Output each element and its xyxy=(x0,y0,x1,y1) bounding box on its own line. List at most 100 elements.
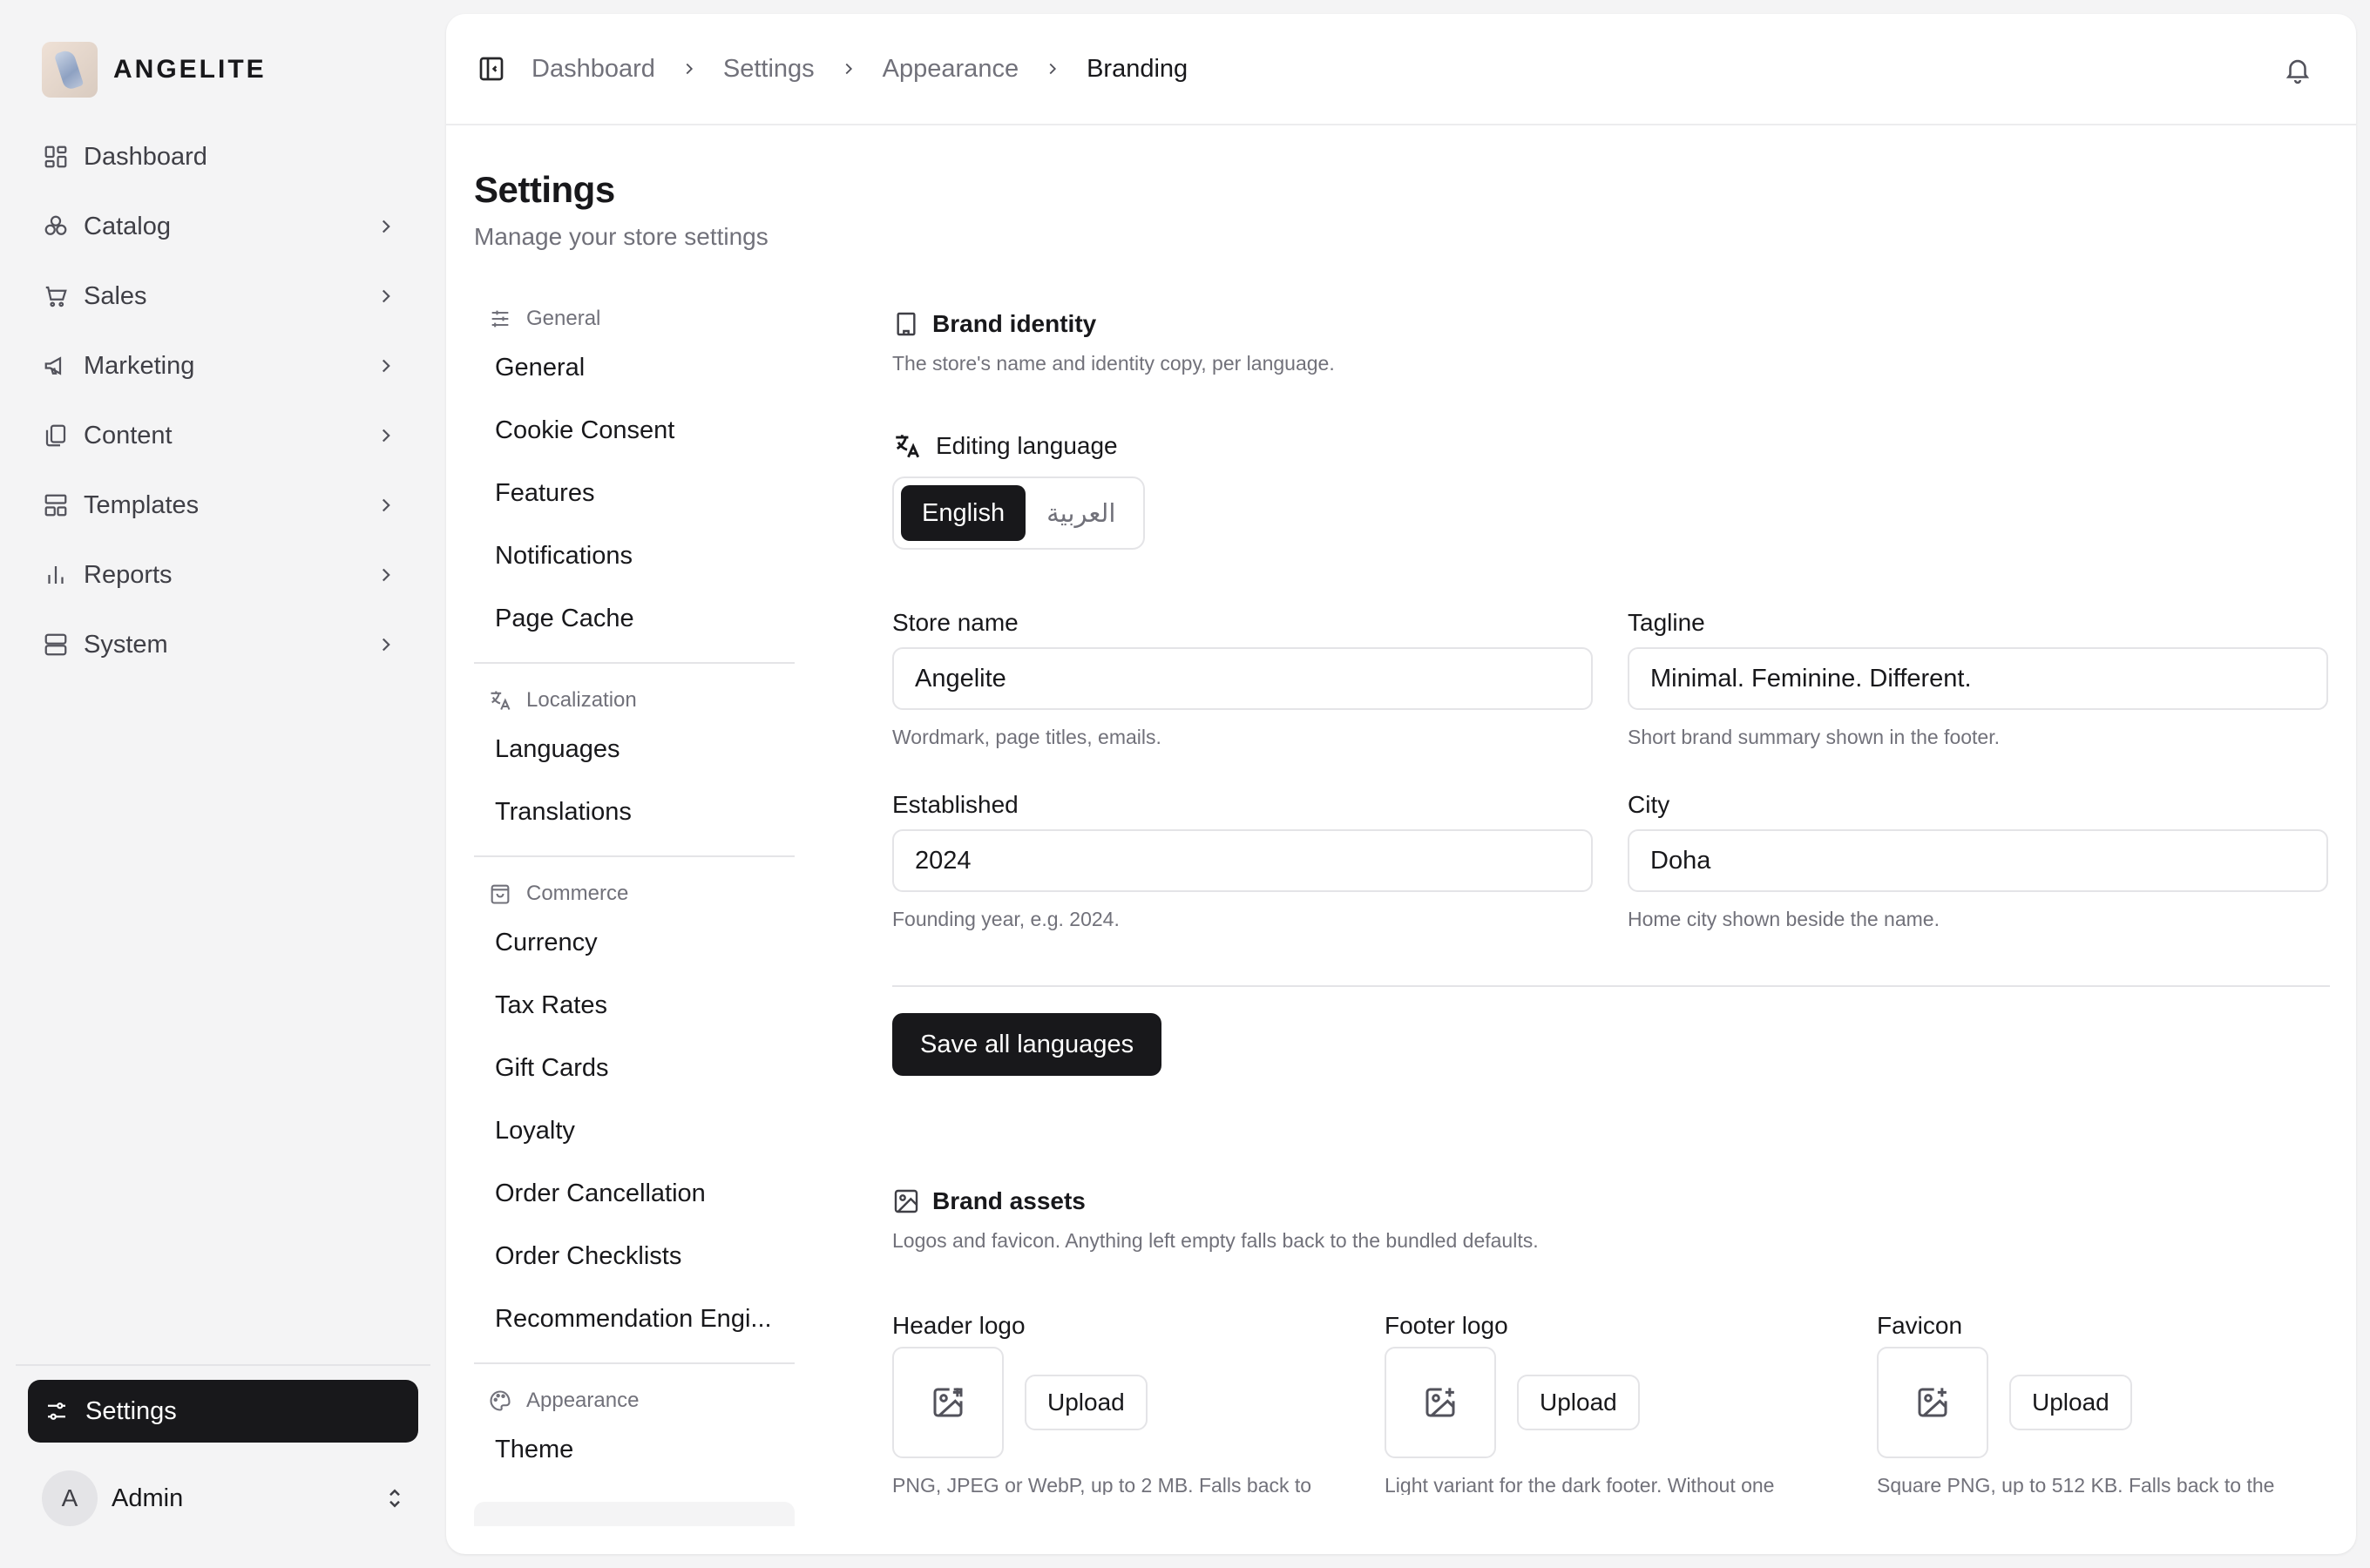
breadcrumb-settings[interactable]: Settings xyxy=(723,55,815,84)
brand-assets-description: Logos and favicon. Anything left empty f… xyxy=(892,1229,1539,1252)
subnav-item-order-cancellation[interactable]: Order Cancellation xyxy=(474,1162,795,1225)
subnav-item-gift-cards[interactable]: Gift Cards xyxy=(474,1037,795,1099)
subnav-item-tax-rates[interactable]: Tax Rates xyxy=(474,974,795,1037)
favicon-preview xyxy=(1877,1347,1988,1458)
brand-name: ANGELITE xyxy=(113,55,267,84)
sidebar-item-label: Content xyxy=(84,421,173,449)
page-subtitle: Manage your store settings xyxy=(474,223,769,250)
chevron-right-icon xyxy=(686,63,693,75)
server-icon xyxy=(42,631,70,659)
established-field-group: Established Founding year, e.g. 2024. xyxy=(892,791,1593,931)
translate-icon xyxy=(896,435,920,458)
chevron-right-icon xyxy=(845,63,852,75)
subnav-item-recommendation-engine[interactable]: Recommendation Engi... xyxy=(474,1288,795,1350)
sidebar-item-sales[interactable]: Sales xyxy=(28,261,411,331)
catalog-icon xyxy=(42,213,70,240)
templates-icon xyxy=(42,491,70,519)
store-name-field-group: Store name Wordmark, page titles, emails… xyxy=(892,609,1593,749)
chevron-right-icon xyxy=(382,568,390,582)
bell-icon[interactable] xyxy=(2283,55,2312,84)
subnav-item-features[interactable]: Features xyxy=(474,462,795,524)
avatar: A xyxy=(42,1470,98,1526)
sidebar-item-dashboard[interactable]: Dashboard xyxy=(28,122,411,192)
store-name-label: Store name xyxy=(892,609,1019,636)
tagline-input[interactable] xyxy=(1628,647,2328,710)
sidebar-toggle-icon[interactable] xyxy=(477,55,505,83)
image-plus-icon xyxy=(1425,1388,1455,1417)
sidebar-item-label: Reports xyxy=(84,560,173,589)
header-logo-preview xyxy=(892,1347,1004,1458)
favicon-asset: Favicon Upload Square PNG, up to 512 KB.… xyxy=(1877,1312,2334,1495)
asset-label: Favicon xyxy=(1877,1312,1963,1339)
sidebar-divider xyxy=(16,1364,430,1366)
sidebar-item-settings[interactable]: Settings xyxy=(28,1380,418,1443)
copy-icon xyxy=(42,422,70,449)
subnav-item-branding-selected[interactable] xyxy=(474,1502,795,1526)
building-icon xyxy=(897,312,916,336)
brand-identity-fields: Store name Wordmark, page titles, emails… xyxy=(892,609,2330,931)
sidebar-item-system[interactable]: System xyxy=(28,610,411,679)
subnav-item-order-checklists[interactable]: Order Checklists xyxy=(474,1225,795,1288)
image-plus-icon xyxy=(1918,1388,1947,1417)
subnav-item-theme[interactable]: Theme xyxy=(474,1418,795,1481)
footer-logo-upload-button[interactable]: Upload xyxy=(1517,1375,1640,1430)
page-title: Settings xyxy=(474,169,615,210)
chevron-right-icon xyxy=(382,220,390,233)
settings-subnav: General General Cookie Consent Features … xyxy=(474,301,795,1526)
user-menu[interactable]: A Admin xyxy=(42,1470,408,1526)
tagline-label: Tagline xyxy=(1628,609,1705,636)
brand-assets-section: Brand assets Logos and favicon. Anything… xyxy=(892,1187,2330,1495)
subnav-item-loyalty[interactable]: Loyalty xyxy=(474,1099,795,1162)
subnav-item-languages[interactable]: Languages xyxy=(474,718,795,781)
subnav-item-notifications[interactable]: Notifications xyxy=(474,524,795,587)
subnav-divider xyxy=(474,855,795,857)
sidebar-item-label: Settings xyxy=(85,1396,177,1425)
brand[interactable]: ANGELITE xyxy=(42,42,267,98)
breadcrumb-branding: Branding xyxy=(1087,54,1188,83)
sidebar-item-marketing[interactable]: Marketing xyxy=(28,331,411,401)
header-logo-upload-button[interactable]: Upload xyxy=(1025,1375,1148,1430)
sidebar-nav: Dashboard Catalog Sales Marketing Conten… xyxy=(28,122,411,679)
language-english-button[interactable]: English xyxy=(901,485,1026,541)
dashboard-icon xyxy=(42,143,70,171)
sidebar-item-content[interactable]: Content xyxy=(28,401,411,470)
chevron-up-down-icon xyxy=(389,1489,400,1508)
subnav-item-general[interactable]: General xyxy=(474,336,795,399)
subnav-group-commerce: Commerce xyxy=(474,876,795,911)
city-field-group: City Home city shown beside the name. xyxy=(1628,791,2328,931)
sidebar-item-label: Dashboard xyxy=(84,142,207,171)
established-input[interactable] xyxy=(892,829,1593,892)
sidebar-item-reports[interactable]: Reports xyxy=(28,540,411,610)
bar-chart-icon xyxy=(42,561,70,589)
brand-logo xyxy=(42,42,98,98)
main-panel: Dashboard Settings Appearance Branding S… xyxy=(446,14,2356,1554)
city-help: Home city shown beside the name. xyxy=(1628,908,1940,930)
subnav-divider xyxy=(474,662,795,664)
subnav-item-page-cache[interactable]: Page Cache xyxy=(474,587,795,650)
breadcrumb-appearance[interactable]: Appearance xyxy=(883,55,1019,84)
breadcrumb-dashboard[interactable]: Dashboard xyxy=(532,55,655,84)
subnav-divider xyxy=(474,1362,795,1364)
subnav-item-cookie-consent[interactable]: Cookie Consent xyxy=(474,399,795,462)
save-all-languages-button[interactable]: Save all languages xyxy=(892,1013,1162,1076)
subnav-item-translations[interactable]: Translations xyxy=(474,781,795,843)
chevron-right-icon xyxy=(382,429,390,443)
city-input[interactable] xyxy=(1628,829,2328,892)
store-name-input[interactable] xyxy=(892,647,1593,710)
topbar: Dashboard Settings Appearance Branding xyxy=(446,14,2356,125)
chevron-right-icon xyxy=(382,498,390,512)
brand-identity-description: The store's name and identity copy, per … xyxy=(892,352,1335,375)
tagline-field-group: Tagline Short brand summary shown in the… xyxy=(1628,609,2328,749)
footer-logo-preview xyxy=(1385,1347,1496,1458)
language-arabic-button[interactable]: العربية xyxy=(1026,485,1136,541)
image-plus-icon xyxy=(933,1388,963,1417)
subnav-item-currency[interactable]: Currency xyxy=(474,911,795,974)
sidebar-item-catalog[interactable]: Catalog xyxy=(28,192,411,261)
sidebar-item-templates[interactable]: Templates xyxy=(28,470,411,540)
branding-content: Brand identity The store's name and iden… xyxy=(892,310,2330,1495)
breadcrumb: Dashboard Settings Appearance Branding xyxy=(532,55,1188,84)
settings-sliders-icon xyxy=(44,1397,71,1425)
footer-logo-asset: Footer logo Upload Light variant for the… xyxy=(1385,1312,1842,1495)
favicon-upload-button[interactable]: Upload xyxy=(2009,1375,2132,1430)
asset-label: Footer logo xyxy=(1385,1312,1508,1339)
